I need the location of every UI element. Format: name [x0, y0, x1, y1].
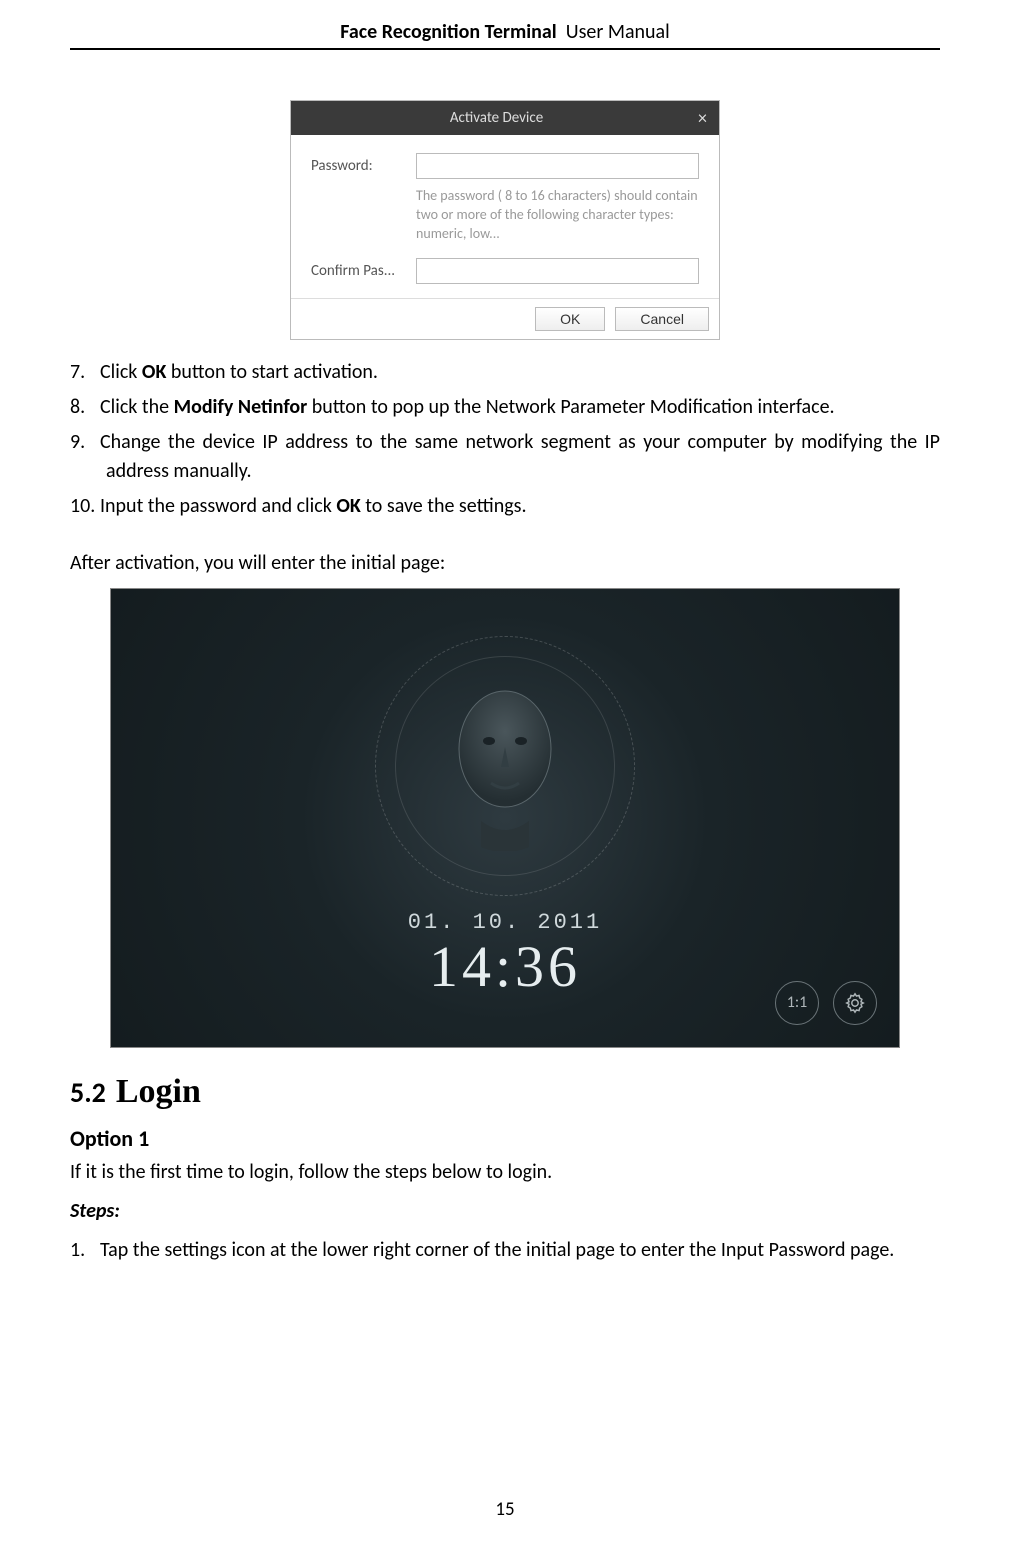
ok-button[interactable]: OK	[535, 307, 605, 331]
password-input[interactable]	[416, 153, 699, 179]
activation-steps-list: 7.Click OK button to start activation. 8.…	[70, 358, 940, 521]
ratio-label: 1:1	[787, 993, 808, 1012]
face-outline-graphic	[375, 626, 635, 906]
option1-intro: If it is the first time to login, follow…	[70, 1158, 940, 1187]
step-item: 10.Input the password and click OK to sa…	[70, 492, 940, 521]
screen-date: 01. 10. 2011	[408, 910, 602, 935]
after-activation-text: After activation, you will enter the ini…	[70, 549, 940, 578]
activate-device-dialog: Activate Device × Password: The password…	[290, 100, 720, 340]
initial-page-screenshot: 01. 10. 2011 14:36 1:1	[110, 588, 900, 1048]
confirm-password-label: Confirm Pas...	[311, 262, 416, 280]
page-header: Face Recognition Terminal User Manual	[70, 20, 940, 50]
step-number: 8.	[70, 393, 100, 422]
section-heading: 5.2 Login	[70, 1072, 940, 1111]
screen-time: 14:36	[408, 935, 602, 999]
section-number: 5.2	[70, 1075, 106, 1110]
header-title-bold: Face Recognition Terminal	[340, 20, 556, 44]
step-number: 9.	[70, 428, 100, 457]
step-bold: OK	[336, 494, 360, 518]
gear-icon	[844, 992, 866, 1014]
option1-steps-list: 1.Tap the settings icon at the lower rig…	[70, 1236, 940, 1265]
header-title-rest: User Manual	[566, 20, 670, 44]
ratio-button[interactable]: 1:1	[775, 981, 819, 1025]
step-item: 9.Change the device IP address to the sa…	[70, 428, 940, 486]
step-item: 7.Click OK button to start activation.	[70, 358, 940, 387]
password-hint: The password ( 8 to 16 characters) shoul…	[416, 187, 699, 244]
page-number: 15	[0, 1498, 1010, 1521]
section-title: Login	[116, 1073, 201, 1110]
close-icon[interactable]: ×	[694, 107, 711, 129]
face-icon	[435, 671, 575, 851]
steps-label: Steps:	[70, 1197, 940, 1226]
step-bold: Modify Netinfor	[174, 395, 308, 419]
confirm-password-input[interactable]	[416, 258, 699, 284]
cancel-button[interactable]: Cancel	[615, 307, 709, 331]
dialog-title: Activate Device	[299, 109, 694, 127]
step-item: 1.Tap the settings icon at the lower rig…	[70, 1236, 940, 1265]
password-label: Password:	[311, 157, 416, 175]
step-bold: OK	[142, 360, 166, 384]
step-number: 10.	[70, 492, 100, 521]
option1-heading: Option 1	[70, 1125, 940, 1152]
step-number: 1.	[70, 1236, 100, 1265]
dialog-titlebar: Activate Device ×	[291, 101, 719, 135]
settings-button[interactable]	[833, 981, 877, 1025]
step-item: 8.Click the Modify Netinfor button to po…	[70, 393, 940, 422]
step-number: 7.	[70, 358, 100, 387]
